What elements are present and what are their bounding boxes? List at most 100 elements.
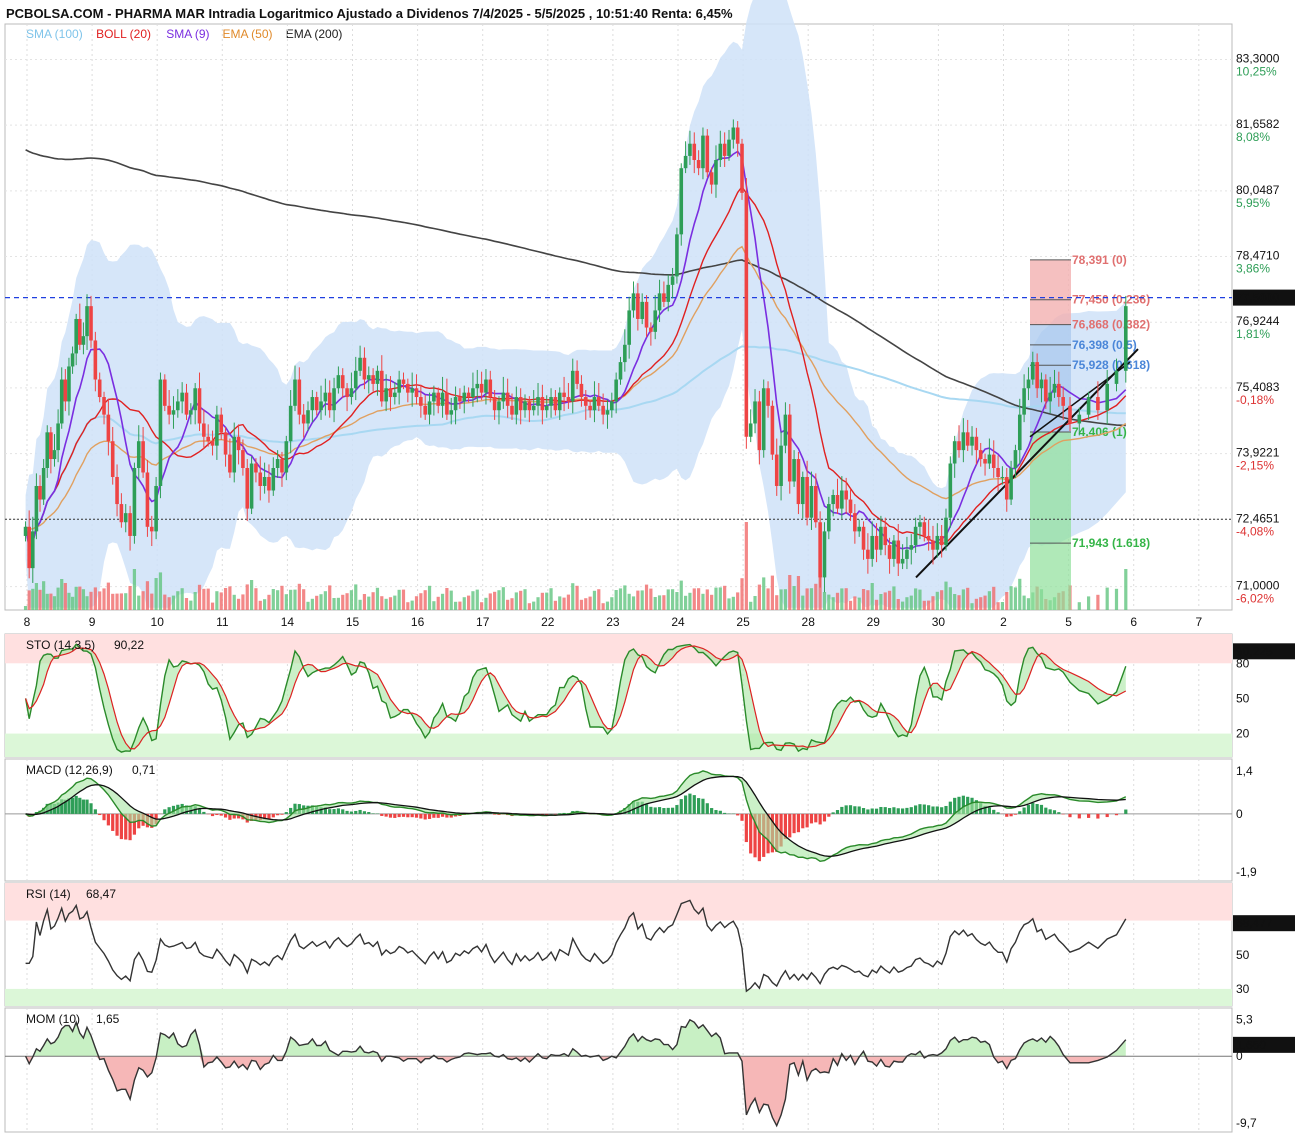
- candle-body: [975, 437, 979, 450]
- macd-bar: [671, 808, 674, 814]
- volume-bar: [220, 592, 223, 610]
- volume-bar: [102, 588, 105, 610]
- macd-bar: [875, 809, 878, 814]
- candle-body: [988, 455, 992, 464]
- volume-bar: [1115, 589, 1118, 610]
- candle-body: [918, 522, 922, 527]
- x-tick-label: 16: [411, 615, 425, 629]
- candle-body: [849, 500, 853, 514]
- volume-bar: [905, 597, 908, 610]
- x-tick-label: 7: [1195, 615, 1202, 629]
- candle-body: [909, 545, 913, 550]
- candle-body: [250, 464, 254, 509]
- candle-body: [927, 536, 931, 541]
- macd-bar: [654, 807, 657, 813]
- candle-body: [306, 410, 310, 423]
- volume-bar: [411, 601, 414, 610]
- macd-bar: [879, 807, 882, 814]
- legend-entry: EMA (50): [223, 27, 273, 41]
- macd-bar: [1068, 814, 1071, 817]
- candle-body: [692, 144, 696, 160]
- candle-body: [1096, 397, 1100, 410]
- volume-bar: [649, 589, 652, 610]
- candle-body: [406, 384, 410, 393]
- volume-bar: [228, 586, 231, 610]
- candle-body: [345, 388, 349, 397]
- macd-bar: [801, 814, 804, 828]
- macd-level-label: 1,4: [1236, 764, 1253, 778]
- volume-bar: [319, 594, 322, 610]
- macd-bar: [211, 814, 214, 816]
- volume-bar: [402, 590, 405, 610]
- candle-body: [397, 380, 401, 393]
- candle-body: [1087, 397, 1091, 415]
- candle-body: [74, 319, 78, 353]
- volume-bar: [888, 591, 891, 610]
- volume-bar: [1014, 587, 1017, 610]
- volume-bar: [141, 591, 144, 610]
- candle-body: [42, 468, 46, 500]
- volume-bar: [458, 602, 461, 610]
- macd-bar: [814, 814, 817, 822]
- volume-bar: [176, 591, 179, 610]
- candle-body: [662, 293, 666, 302]
- y-tick-label: 76,9244: [1236, 314, 1280, 328]
- volume-bar: [168, 597, 171, 610]
- candle-body: [645, 302, 649, 328]
- candle-body: [536, 397, 540, 406]
- volume-bar: [237, 599, 240, 610]
- macd-bar: [289, 808, 292, 814]
- candle-body: [580, 384, 584, 397]
- volume-bar: [280, 586, 283, 610]
- candle-body: [245, 468, 249, 509]
- candle-body: [957, 441, 961, 450]
- rsi-overbought-zone: [5, 883, 1232, 921]
- candle-body: [797, 459, 801, 504]
- candle-body: [311, 397, 315, 410]
- y-tick-label: 81,6582: [1236, 117, 1280, 131]
- candle-body: [115, 477, 119, 504]
- macd-bar: [280, 814, 283, 815]
- candle-body: [371, 375, 375, 384]
- volume-bar: [853, 596, 856, 610]
- candle-body: [771, 406, 775, 455]
- volume-bar: [215, 591, 218, 610]
- macd-bar: [849, 805, 852, 814]
- macd-title: MACD (12,26,9): [26, 763, 113, 777]
- volume-bar: [463, 597, 466, 610]
- candle-body: [35, 486, 39, 531]
- volume-bar: [610, 597, 613, 610]
- volume-bar: [753, 596, 756, 610]
- candle-body: [193, 388, 197, 410]
- volume-bar: [602, 603, 605, 610]
- macd-bar: [680, 799, 683, 814]
- macd-bar: [667, 808, 670, 814]
- bollinger-band: [26, 0, 1126, 608]
- volume-bar: [207, 589, 210, 610]
- volume-bar: [497, 590, 500, 610]
- candle-body: [732, 128, 736, 140]
- volume-bar: [979, 597, 982, 610]
- candle-body: [515, 397, 519, 415]
- candle-body: [1040, 380, 1044, 389]
- volume-bar: [480, 602, 483, 610]
- candle-body: [584, 397, 588, 406]
- panel-frame-macd: [5, 759, 1232, 881]
- volume-bar: [289, 590, 292, 610]
- candle-body: [341, 375, 345, 388]
- macd-bar: [884, 807, 887, 814]
- candle-body: [497, 401, 501, 410]
- candle-body: [410, 388, 414, 392]
- candle-body: [428, 401, 432, 414]
- macd-bar: [1087, 814, 1090, 818]
- macd-bar: [988, 807, 991, 813]
- candle-body: [784, 415, 788, 446]
- volume-bar: [107, 583, 110, 610]
- volume-bar: [957, 595, 960, 610]
- volume-bar: [528, 603, 531, 610]
- candle-body: [562, 393, 566, 397]
- macd-bar: [1096, 814, 1099, 819]
- volume-bar: [259, 601, 262, 610]
- y-tick-label: 78,4710: [1236, 249, 1280, 263]
- volume-bar: [806, 588, 809, 610]
